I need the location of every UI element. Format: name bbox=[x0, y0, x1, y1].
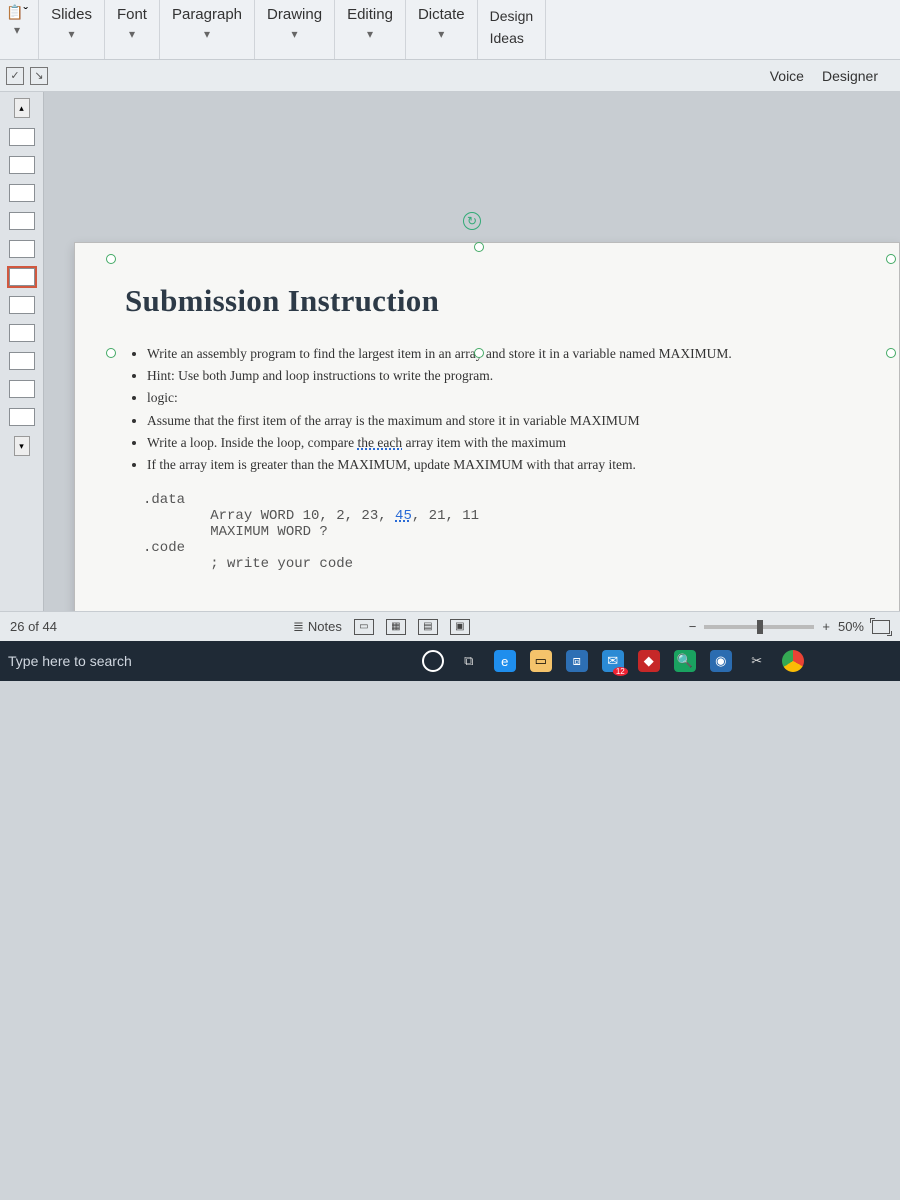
store-icon[interactable]: ⧈ bbox=[566, 650, 588, 672]
designer-group-label: Designer bbox=[822, 68, 878, 84]
grammar-error: 45 bbox=[395, 508, 412, 524]
slide-counter: 26 of 44 bbox=[10, 619, 57, 634]
ribbon-label: Editing bbox=[345, 4, 395, 25]
bullet-item: logic: bbox=[147, 389, 849, 407]
slide-thumbnail[interactable] bbox=[9, 156, 35, 174]
zoom-slider[interactable] bbox=[704, 625, 814, 629]
chevron-down-icon[interactable]: ▾ bbox=[367, 27, 373, 41]
zoom-slider-thumb[interactable] bbox=[757, 620, 763, 634]
ribbon-group-design-ideas[interactable]: Design Ideas bbox=[478, 0, 547, 59]
notes-label: Notes bbox=[308, 619, 342, 634]
launcher-icon[interactable]: ↘ bbox=[30, 67, 48, 85]
ribbon-label: Slides bbox=[49, 4, 94, 25]
code-block: .data Array WORD 10, 2, 23, 45, 21, 11 M… bbox=[143, 492, 849, 572]
slide-thumbnail[interactable] bbox=[9, 240, 35, 258]
reading-view-icon[interactable]: ▤ bbox=[418, 619, 438, 635]
empty-area bbox=[0, 681, 900, 1200]
scroll-down-icon[interactable]: ▾ bbox=[14, 436, 30, 456]
slide-thumbnail[interactable] bbox=[9, 212, 35, 230]
bullet-item: Hint: Use both Jump and loop instruction… bbox=[147, 367, 849, 385]
selection-handle[interactable] bbox=[106, 254, 116, 264]
scroll-up-icon[interactable]: ▴ bbox=[14, 98, 30, 118]
search-placeholder: Type here to search bbox=[8, 653, 132, 669]
workspace: ▴ ▾ Submission Instruction Write an asse… bbox=[0, 92, 900, 611]
slide-body[interactable]: Write an assembly program to find the la… bbox=[125, 345, 849, 474]
mcafee-icon[interactable]: ◆ bbox=[638, 650, 660, 672]
ribbon-label: Design bbox=[488, 6, 536, 26]
bullet-item: Write an assembly program to find the la… bbox=[147, 345, 849, 363]
snip-icon[interactable]: ✂ bbox=[746, 650, 768, 672]
ribbon-group-slides[interactable]: Slides ▾ bbox=[39, 0, 105, 59]
bullet-item: Assume that the first item of the array … bbox=[147, 412, 849, 430]
slide-sorter-icon[interactable]: ▦ bbox=[386, 619, 406, 635]
ribbon-label: Paragraph bbox=[170, 4, 244, 25]
chevron-down-icon[interactable]: ▾ bbox=[438, 27, 444, 41]
task-view-icon[interactable]: ⧉ bbox=[458, 650, 480, 672]
mail-badge: 12 bbox=[613, 667, 628, 676]
rotate-handle-icon[interactable] bbox=[463, 212, 481, 230]
chevron-down-icon[interactable]: ▾ bbox=[129, 27, 135, 41]
file-explorer-icon[interactable]: ▭ bbox=[530, 650, 552, 672]
slide-thumbnail[interactable] bbox=[9, 352, 35, 370]
zoom-level[interactable]: 50% bbox=[838, 619, 864, 634]
slide-thumbnail[interactable] bbox=[9, 324, 35, 342]
selection-handle[interactable] bbox=[106, 348, 116, 358]
slide-canvas[interactable]: Submission Instruction Write an assembly… bbox=[74, 242, 900, 611]
ribbon-group-dictate[interactable]: Dictate ▾ bbox=[406, 0, 478, 59]
normal-view-icon[interactable]: ▭ bbox=[354, 619, 374, 635]
slide-thumbnail[interactable] bbox=[9, 296, 35, 314]
camera-icon[interactable]: ◉ bbox=[710, 650, 732, 672]
search-app-icon[interactable]: 🔍 bbox=[674, 650, 696, 672]
fit-to-window-icon[interactable] bbox=[872, 620, 890, 634]
mail-icon[interactable]: ✉12 bbox=[602, 650, 624, 672]
chevron-down-icon[interactable]: ▾ bbox=[14, 23, 20, 37]
taskbar-search[interactable]: Type here to search bbox=[8, 653, 132, 669]
edge-icon[interactable]: e bbox=[494, 650, 516, 672]
slide-thumbnail[interactable] bbox=[9, 184, 35, 202]
clipboard-icon[interactable]: 📋ˇ bbox=[6, 4, 28, 21]
ribbon-label: Ideas bbox=[488, 28, 536, 48]
voice-group-label: Voice bbox=[770, 68, 804, 84]
ribbon-group-paragraph[interactable]: Paragraph ▾ bbox=[160, 0, 255, 59]
slide-title[interactable]: Submission Instruction bbox=[125, 283, 849, 319]
ribbon-label: Dictate bbox=[416, 4, 467, 25]
slide-thumbnails[interactable]: ▴ ▾ bbox=[0, 92, 44, 611]
slide-canvas-area[interactable]: Submission Instruction Write an assembly… bbox=[44, 92, 900, 611]
windows-taskbar: Type here to search ⧉ e ▭ ⧈ ✉12 ◆ 🔍 ◉ ✂ bbox=[0, 641, 900, 681]
cortana-icon[interactable] bbox=[422, 650, 444, 672]
slide-thumbnail[interactable] bbox=[9, 128, 35, 146]
status-bar: 26 of 44 ≣ Notes ▭ ▦ ▤ ▣ − + 50% bbox=[0, 611, 900, 641]
bullet-item: Write a loop. Inside the loop, compare t… bbox=[147, 434, 849, 452]
selection-handle[interactable] bbox=[886, 254, 896, 264]
ribbon-label: Font bbox=[115, 4, 149, 25]
selection-handle[interactable] bbox=[886, 348, 896, 358]
notes-button[interactable]: ≣ Notes bbox=[293, 619, 342, 635]
ribbon: 📋ˇ ▾ Slides ▾ Font ▾ Paragraph ▾ Drawing… bbox=[0, 0, 900, 60]
slide-thumbnail[interactable] bbox=[9, 408, 35, 426]
chevron-down-icon[interactable]: ▾ bbox=[292, 27, 298, 41]
chevron-down-icon[interactable]: ▾ bbox=[69, 27, 75, 41]
bullet-item: If the array item is greater than the MA… bbox=[147, 456, 849, 474]
slide-thumbnail-selected[interactable] bbox=[9, 268, 35, 286]
chrome-icon[interactable] bbox=[782, 650, 804, 672]
ribbon-group-drawing[interactable]: Drawing ▾ bbox=[255, 0, 335, 59]
zoom-in-button[interactable]: + bbox=[822, 619, 830, 634]
ribbon-label: Drawing bbox=[265, 4, 324, 25]
slide-thumbnail[interactable] bbox=[9, 380, 35, 398]
selection-handle[interactable] bbox=[474, 348, 484, 358]
sub-ribbon: ✓ ↘ Voice Designer bbox=[0, 60, 900, 92]
ribbon-group-font[interactable]: Font ▾ bbox=[105, 0, 160, 59]
grammar-error[interactable]: the each bbox=[358, 435, 403, 450]
selection-handle[interactable] bbox=[474, 242, 484, 252]
ribbon-group-editing[interactable]: Editing ▾ bbox=[335, 0, 406, 59]
notes-icon: ≣ bbox=[293, 619, 304, 635]
chevron-down-icon[interactable]: ▾ bbox=[204, 27, 210, 41]
slideshow-icon[interactable]: ▣ bbox=[450, 619, 470, 635]
zoom-out-button[interactable]: − bbox=[689, 619, 697, 634]
format-painter-icon[interactable]: ✓ bbox=[6, 67, 24, 85]
